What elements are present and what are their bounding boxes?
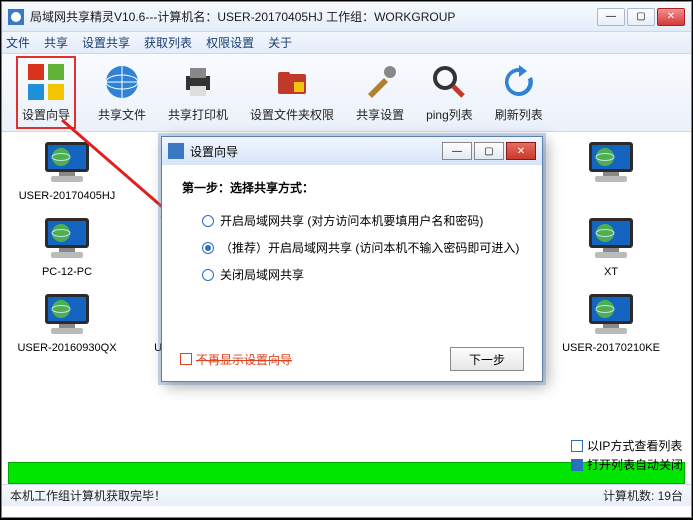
toolbar-label: ping列表	[426, 106, 473, 123]
radio-icon	[202, 269, 214, 281]
close-button[interactable]: ✕	[657, 8, 685, 26]
toolbar: 设置向导 共享文件 共享打印机 设置文件夹权限 共享设置 ping列表 刷新列表	[2, 54, 691, 132]
computer-item[interactable]: PC-12-PC	[12, 216, 122, 278]
toolbar-windows[interactable]: 设置向导	[16, 56, 76, 129]
share-option-1[interactable]: （推荐）开启局域网共享 (访问本机不输入密码即可进入)	[202, 239, 522, 256]
toolbar-label: 共享文件	[98, 106, 146, 123]
status-left: 本机工作组计算机获取完毕！	[10, 487, 166, 504]
menu-set-share[interactable]: 设置共享	[82, 34, 130, 51]
menu-get-list[interactable]: 获取列表	[144, 34, 192, 51]
computer-icon	[585, 292, 637, 338]
option-auto-close[interactable]: 打开列表自动关闭	[571, 456, 683, 473]
toolbar-tools[interactable]: 共享设置	[356, 62, 404, 123]
toolbar-printer[interactable]: 共享打印机	[168, 62, 228, 123]
toolbar-label: 共享设置	[356, 106, 404, 123]
dialog-titlebar: 设置向导 — ▢ ✕	[162, 137, 542, 165]
computer-item[interactable]: USER-20160930QX	[12, 292, 122, 354]
toolbar-refresh[interactable]: 刷新列表	[495, 62, 543, 123]
computer-item[interactable]: XT	[556, 216, 666, 278]
printer-icon	[178, 62, 218, 102]
toolbar-label: 共享打印机	[168, 106, 228, 123]
refresh-icon	[499, 62, 539, 102]
share-option-2[interactable]: 关闭局域网共享	[202, 266, 522, 283]
toolbar-magnifier[interactable]: ping列表	[426, 62, 473, 123]
menu-share[interactable]: 共享	[44, 34, 68, 51]
dialog-maximize-button[interactable]: ▢	[474, 142, 504, 160]
radio-label: 开启局域网共享 (对方访问本机要填用户名和密码)	[220, 212, 483, 229]
toolbar-label: 刷新列表	[495, 106, 543, 123]
computer-label: USER-20170405HJ	[19, 190, 116, 202]
dialog-title: 设置向导	[190, 143, 442, 160]
magnifier-icon	[429, 62, 469, 102]
radio-icon	[202, 242, 214, 254]
windows-icon	[26, 62, 66, 102]
menu-file[interactable]: 文件	[6, 34, 30, 51]
toolbar-label: 设置文件夹权限	[250, 106, 334, 123]
options-panel: 以IP方式查看列表 打开列表自动关闭	[571, 437, 683, 473]
computer-item[interactable]: USER-20170210KE	[556, 292, 666, 354]
globe-icon	[102, 62, 142, 102]
menubar: 文件 共享 设置共享 获取列表 权限设置 关于	[2, 32, 691, 54]
app-icon	[8, 9, 24, 25]
computer-label: XT	[604, 266, 618, 278]
dont-show-checkbox[interactable]: 不再显示设置向导	[180, 351, 292, 368]
titlebar: 局域网共享精灵V10.6---计算机名：USER-20170405HJ 工作组：…	[2, 2, 691, 32]
next-button[interactable]: 下一步	[450, 347, 524, 371]
computer-item[interactable]	[556, 140, 666, 202]
computer-icon	[585, 140, 637, 186]
option-ip-view[interactable]: 以IP方式查看列表	[571, 437, 683, 454]
radio-label: 关闭局域网共享	[220, 266, 304, 283]
tools-icon	[360, 62, 400, 102]
dialog-minimize-button[interactable]: —	[442, 142, 472, 160]
dialog-icon	[168, 143, 184, 159]
computer-icon	[41, 292, 93, 338]
dialog-close-button[interactable]: ✕	[506, 142, 536, 160]
status-right: 计算机数: 19台	[603, 487, 683, 504]
folder-lock-icon	[272, 62, 312, 102]
computer-icon	[41, 140, 93, 186]
computer-icon	[41, 216, 93, 262]
computer-icon	[585, 216, 637, 262]
setup-wizard-dialog: 设置向导 — ▢ ✕ 第一步：选择共享方式： 开启局域网共享 (对方访问本机要填…	[161, 136, 543, 382]
toolbar-label: 设置向导	[22, 106, 70, 123]
statusbar: 本机工作组计算机获取完毕！ 计算机数: 19台	[2, 484, 691, 506]
computer-label: PC-12-PC	[42, 266, 92, 278]
minimize-button[interactable]: —	[597, 8, 625, 26]
computer-label: USER-20160930QX	[17, 342, 116, 354]
maximize-button[interactable]: ▢	[627, 8, 655, 26]
computer-label: USER-20170210KE	[562, 342, 660, 354]
share-option-0[interactable]: 开启局域网共享 (对方访问本机要填用户名和密码)	[202, 212, 522, 229]
menu-about[interactable]: 关于	[268, 34, 292, 51]
dialog-step-label: 第一步：选择共享方式：	[182, 179, 522, 196]
toolbar-globe[interactable]: 共享文件	[98, 62, 146, 123]
toolbar-folder-lock[interactable]: 设置文件夹权限	[250, 62, 334, 123]
window-title: 局域网共享精灵V10.6---计算机名：USER-20170405HJ 工作组：…	[30, 8, 597, 25]
computer-item[interactable]: USER-20170405HJ	[12, 140, 122, 202]
menu-permission[interactable]: 权限设置	[206, 34, 254, 51]
radio-icon	[202, 215, 214, 227]
radio-label: （推荐）开启局域网共享 (访问本机不输入密码即可进入)	[220, 239, 519, 256]
